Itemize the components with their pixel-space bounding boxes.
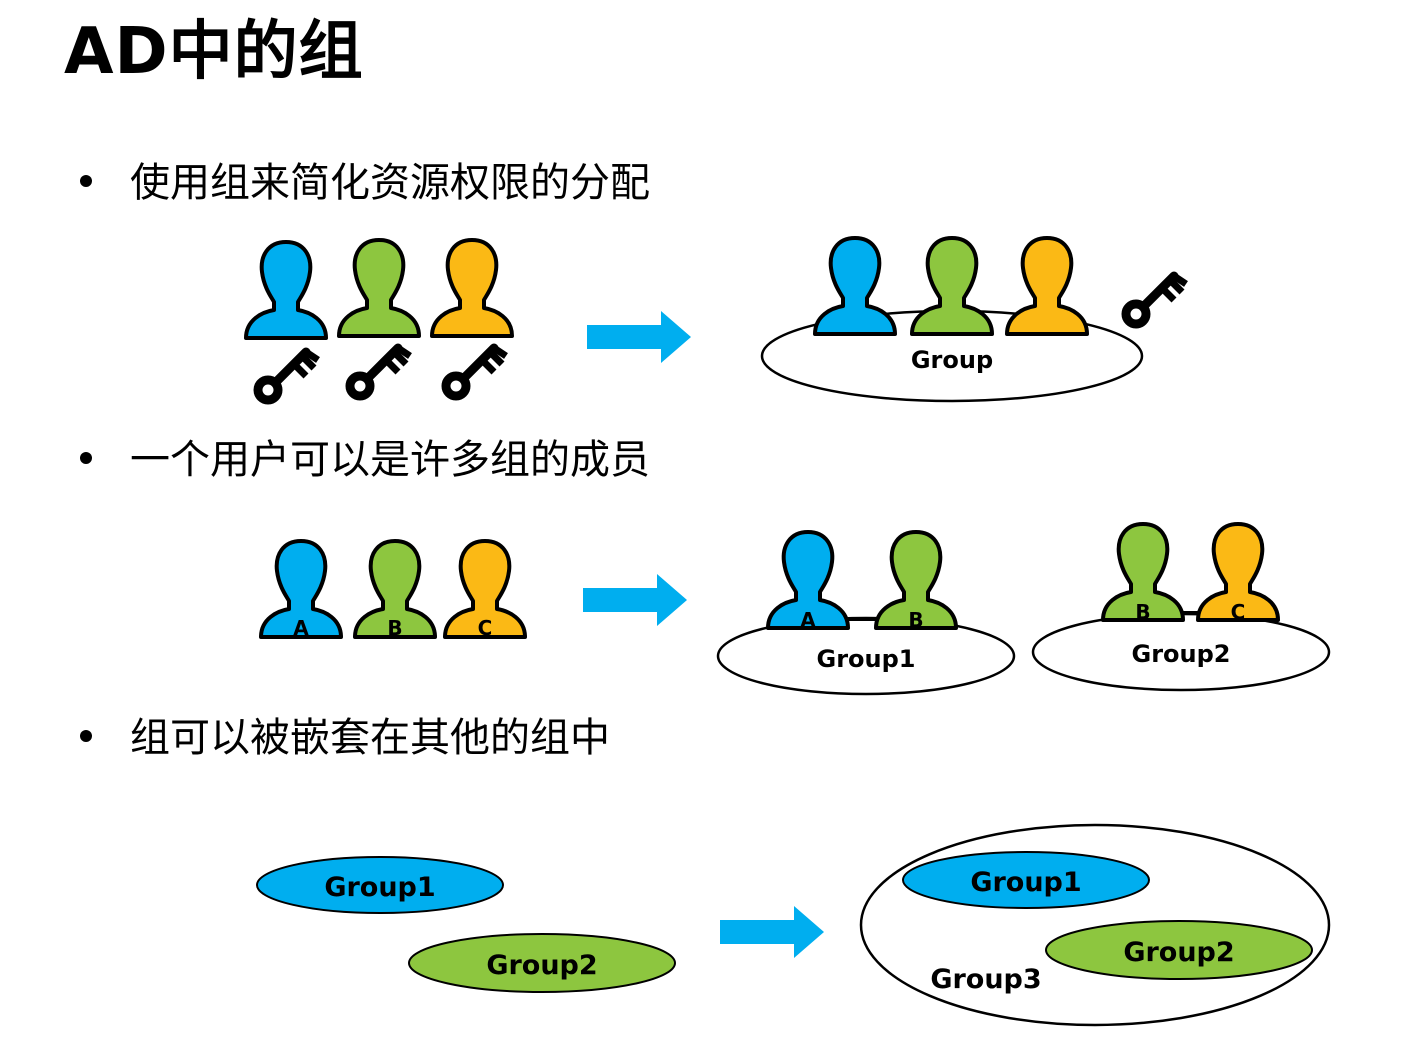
diagram-1: Group (244, 236, 1186, 401)
group1-label: Group1 (817, 645, 916, 673)
arrow-icon (583, 574, 687, 626)
key-icon (1126, 276, 1186, 324)
key-icon (350, 348, 410, 396)
user-icon (910, 236, 994, 336)
user-letter: A (293, 616, 309, 640)
group1-label: Group1 (324, 872, 435, 903)
diagram-2: A B C A B Group1 B C Group2 (259, 522, 1331, 696)
user-letter: A (800, 608, 816, 632)
user-letter: B (1135, 600, 1150, 624)
key-icon (258, 352, 318, 400)
group-label: Group (911, 346, 993, 374)
user-icon (1005, 236, 1089, 336)
group2-label: Group2 (486, 950, 597, 981)
user-letter: C (478, 616, 493, 640)
user-icon (337, 238, 421, 338)
diagram-canvas: Group A B C A B Group1 B C Group2 Group1… (244, 236, 1331, 1027)
group3-label: Group3 (930, 964, 1041, 995)
nested-group1-label: Group1 (970, 867, 1081, 898)
key-icon (446, 348, 506, 396)
arrow-icon (587, 311, 691, 363)
user-letter: C (1231, 600, 1246, 624)
user-icon (430, 238, 514, 338)
group3-ellipse (859, 823, 1331, 1027)
nested-group2-label: Group2 (1123, 937, 1234, 968)
group2-label: Group2 (1132, 640, 1231, 668)
user-letter: B (908, 608, 923, 632)
user-icon (813, 236, 897, 336)
user-icon (244, 240, 328, 340)
arrow-icon (720, 906, 824, 958)
diagram-3: Group1 Group2 Group1 Group2 Group3 (256, 823, 1331, 1027)
user-letter: B (387, 616, 402, 640)
